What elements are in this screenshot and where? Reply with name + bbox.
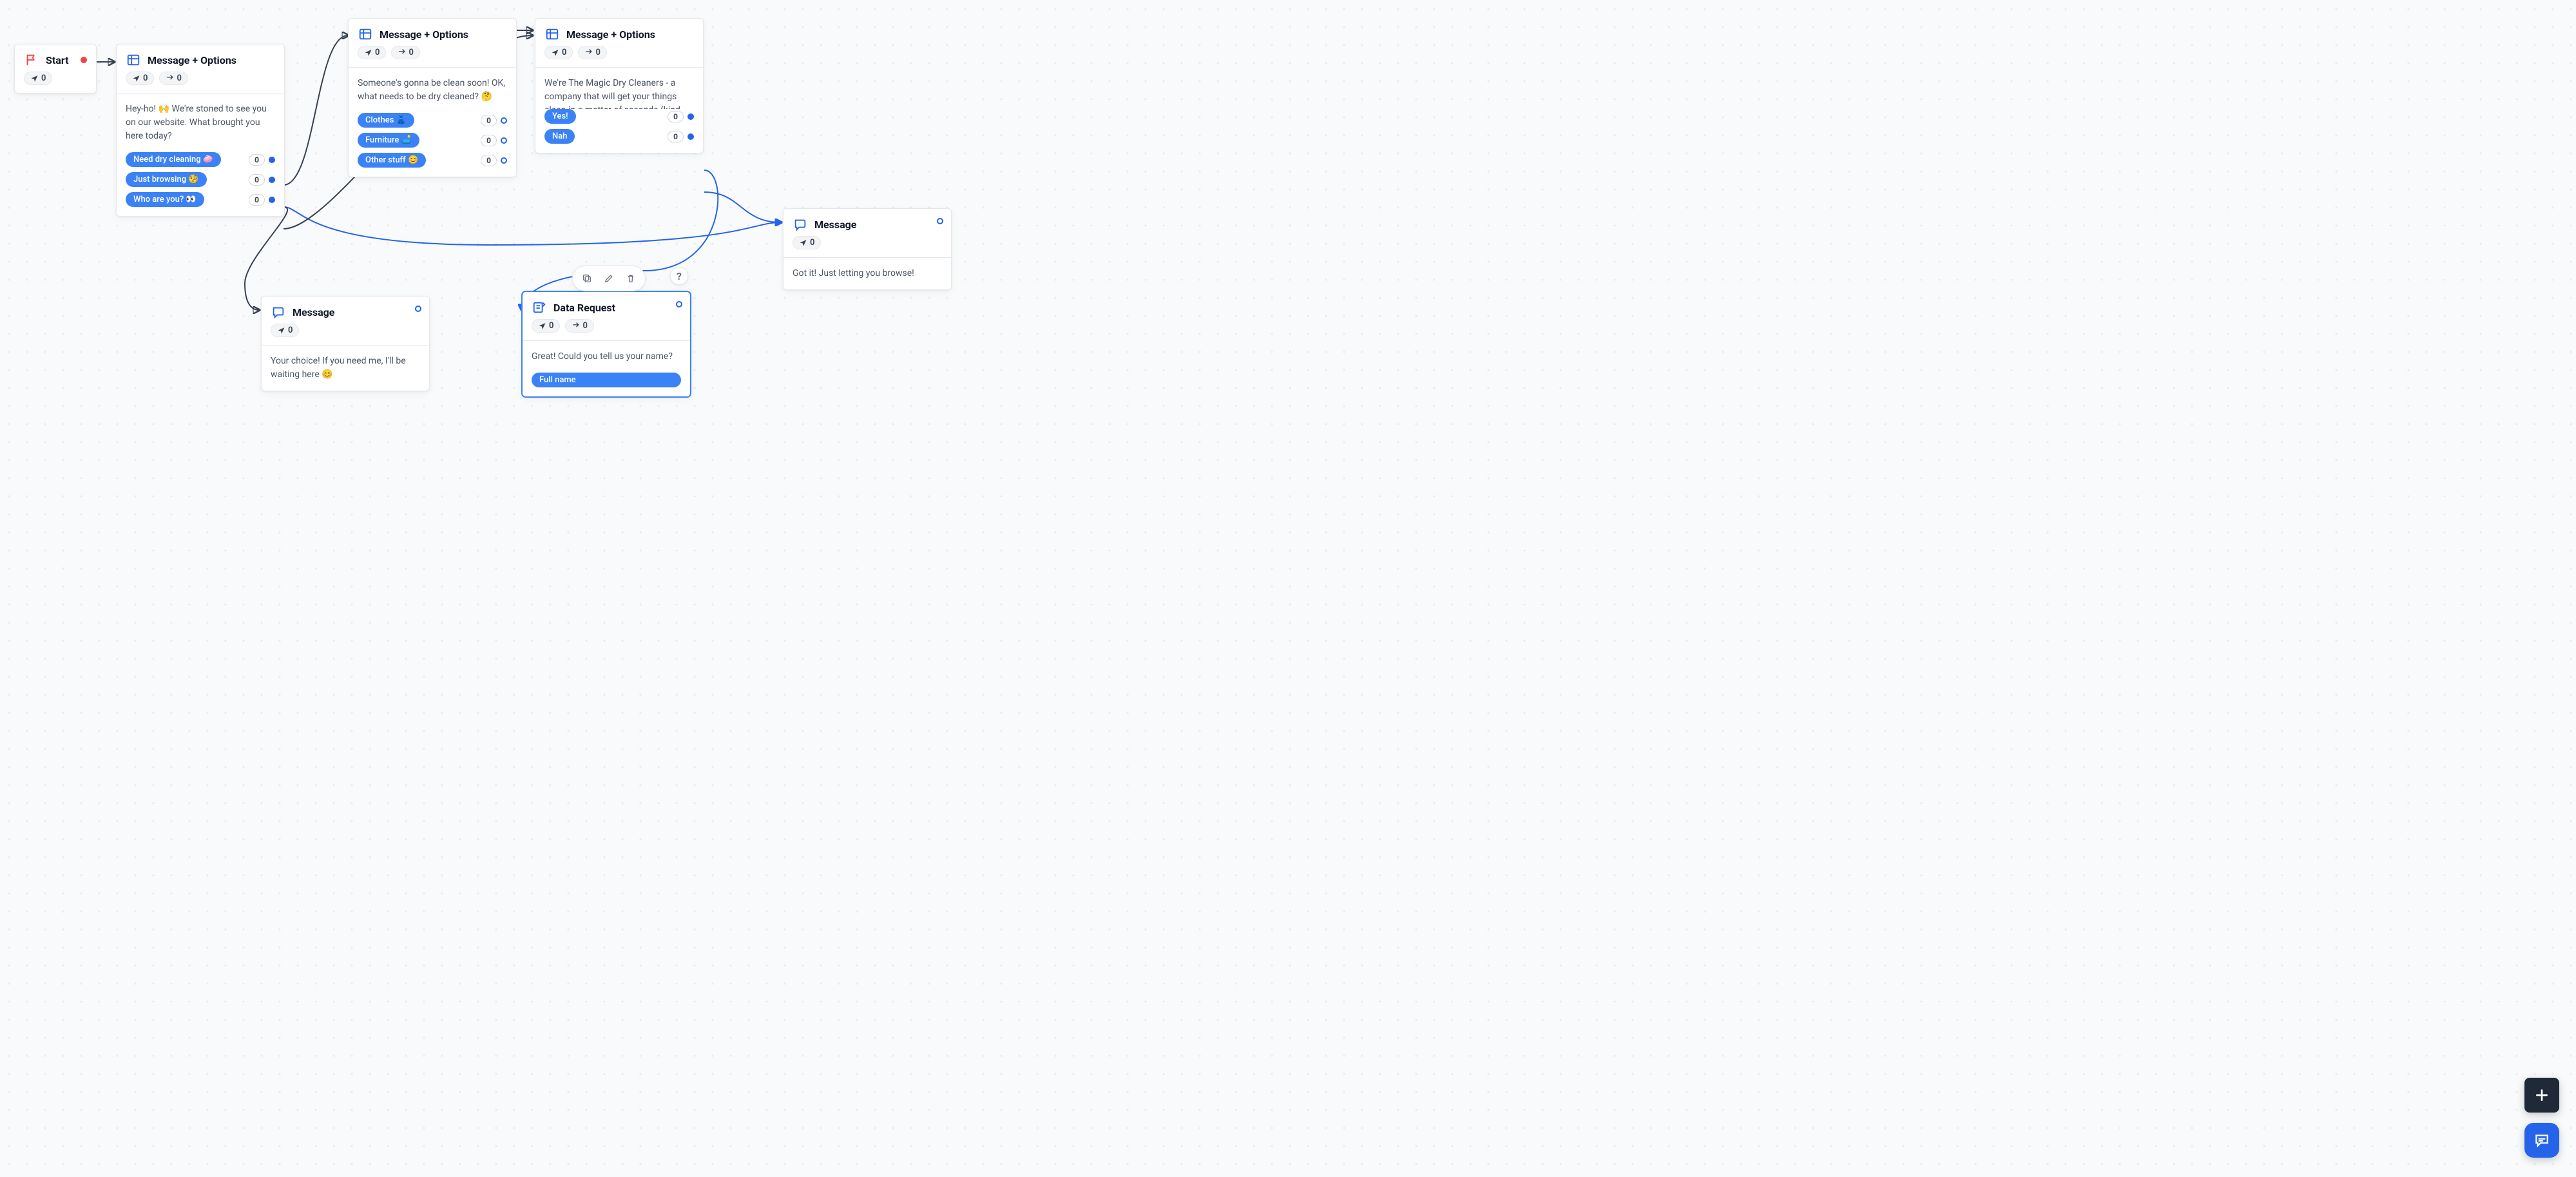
node-message-1[interactable]: Message 0 Your choice! If you need me, I…: [261, 296, 430, 391]
status-dot: [81, 57, 87, 63]
option-chip[interactable]: Who are you? 👀: [126, 192, 204, 207]
flag-icon: [24, 52, 39, 68]
sent-stat: 0: [532, 319, 560, 333]
node-body: Got it! Just letting you browse!: [783, 258, 951, 289]
output-port[interactable]: [937, 218, 943, 224]
node-title: Message + Options: [148, 54, 236, 66]
node-message-options-1[interactable]: Message + Options 0 0 Hey-ho! 🙌 We're st…: [116, 44, 285, 217]
node-body: Your choice! If you need me, I'll be wai…: [262, 345, 429, 391]
output-port[interactable]: [501, 157, 507, 164]
node-title: Message + Options: [566, 28, 655, 41]
node-body: Great! Could you tell us your name?: [523, 341, 690, 373]
received-stat: 0: [391, 46, 419, 59]
output-port[interactable]: [687, 113, 694, 120]
help-button[interactable]: ?: [670, 267, 688, 285]
received-stat: 0: [159, 72, 187, 85]
received-stat: 0: [578, 46, 606, 59]
output-port[interactable]: [501, 137, 507, 144]
output-port[interactable]: [687, 133, 694, 140]
node-title: Data Request: [553, 302, 615, 314]
node-body: We're The Magic Dry Cleaners - a company…: [535, 68, 703, 109]
node-body: Someone's gonna be clean soon! OK, what …: [349, 68, 516, 113]
node-start[interactable]: Start 0: [14, 44, 97, 93]
sent-stat: 0: [793, 236, 821, 249]
form-icon: [532, 300, 547, 315]
option-row[interactable]: Nah0: [544, 129, 694, 144]
node-message-options-3[interactable]: Message + Options 0 0 We're The Magic Dr…: [535, 18, 704, 153]
node-message-options-2[interactable]: Message + Options 0 0 Someone's gonna be…: [348, 18, 517, 177]
option-chip[interactable]: Just browsing 🧐: [126, 172, 207, 187]
node-message-2[interactable]: Message 0 Got it! Just letting you brows…: [783, 208, 952, 290]
node-toolbar: [572, 266, 646, 291]
option-row[interactable]: Yes!0: [544, 109, 694, 124]
option-row[interactable]: Who are you? 👀0: [126, 192, 275, 207]
option-row[interactable]: Just browsing 🧐0: [126, 172, 275, 187]
edit-button[interactable]: [600, 269, 618, 287]
output-port[interactable]: [501, 117, 507, 124]
sent-stat: 0: [358, 46, 386, 59]
sent-stat: 0: [126, 72, 154, 85]
grid-icon: [358, 26, 373, 42]
node-title: Message + Options: [380, 28, 468, 41]
message-icon: [793, 217, 808, 232]
node-body: Hey-ho! 🙌 We're stoned to see you on our…: [117, 93, 284, 152]
output-port[interactable]: [269, 197, 275, 203]
add-node-button[interactable]: [2524, 1078, 2559, 1113]
node-data-request[interactable]: Data Request 0 0 Great! Could you tell u…: [522, 291, 691, 397]
chat-widget-button[interactable]: [2524, 1123, 2559, 1158]
sent-stat: 0: [271, 324, 299, 337]
option-row[interactable]: Need dry cleaning 🧼0: [126, 152, 275, 167]
option-row[interactable]: Furniture 🛋️0: [358, 133, 507, 148]
option-row[interactable]: Other stuff 😊0: [358, 153, 507, 168]
sent-stat: 0: [24, 72, 52, 85]
output-port[interactable]: [415, 306, 421, 312]
message-icon: [271, 304, 286, 320]
node-title: Start: [46, 54, 69, 66]
output-port[interactable]: [676, 301, 682, 307]
grid-icon: [126, 52, 141, 68]
grid-icon: [544, 26, 560, 42]
received-stat: 0: [565, 319, 593, 333]
output-port[interactable]: [269, 177, 275, 183]
sent-stat: 0: [544, 46, 573, 59]
duplicate-button[interactable]: [578, 269, 596, 287]
field-chip[interactable]: Full name: [532, 373, 681, 387]
delete-button[interactable]: [622, 269, 640, 287]
option-row[interactable]: Clothes 👗0: [358, 113, 507, 128]
output-port[interactable]: [269, 157, 275, 163]
node-title: Message: [293, 306, 334, 318]
option-chip[interactable]: Need dry cleaning 🧼: [126, 152, 221, 167]
node-title: Message: [814, 219, 856, 231]
